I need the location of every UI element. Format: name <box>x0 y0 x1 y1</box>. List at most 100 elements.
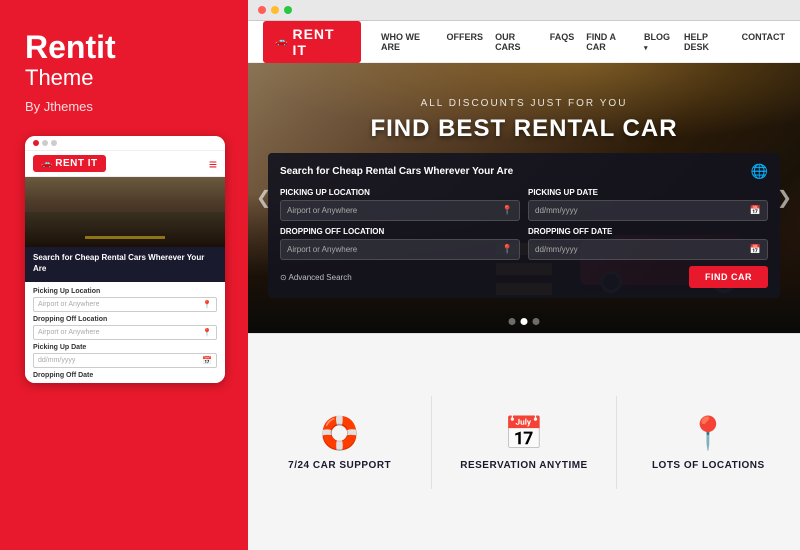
dropoff-location-label: Dropping Off Location <box>280 227 520 236</box>
dropoff-location-input[interactable]: Airport or Anywhere 📍 <box>280 239 520 260</box>
feature-card-locations: 📍 LOTS OF LOCATIONS <box>617 396 800 489</box>
browser-dot-yellow <box>271 6 279 14</box>
mobile-logo-bar: 🚗 RENT IT ≡ <box>25 151 225 177</box>
dropoff-location-field: Dropping Off Location Airport or Anywher… <box>280 227 520 260</box>
pickup-location-field: Picking Up Location Airport or Anywhere … <box>280 188 520 221</box>
hero-slider-dots <box>509 318 540 325</box>
mobile-hamburger-icon[interactable]: ≡ <box>209 156 217 172</box>
mobile-search-title: Search for Cheap Rental Cars Wherever Yo… <box>33 253 217 274</box>
pickup-calendar-icon: 📅 <box>750 205 761 216</box>
dropoff-date-label: Dropping Off Date <box>528 227 768 236</box>
nav-find-a-car[interactable]: FIND A CAR <box>586 32 632 52</box>
dropoff-date-field: Dropping Off Date dd/mm/yyyy 📅 <box>528 227 768 260</box>
support-label: 7/24 CAR SUPPORT <box>288 460 391 471</box>
nav-links: WHO WE ARE OFFERS OUR CARS FAQS FIND A C… <box>381 32 785 52</box>
support-icon: 🛟 <box>320 414 360 452</box>
brand-subtitle: Theme <box>25 65 223 91</box>
advanced-search-link[interactable]: ⊙ Advanced Search <box>280 273 352 282</box>
pickup-location-placeholder: Airport or Anywhere <box>287 206 502 215</box>
locations-label: LOTS OF LOCATIONS <box>652 460 765 471</box>
mobile-pickup-placeholder: Airport or Anywhere <box>38 301 202 308</box>
feature-card-support: 🛟 7/24 CAR SUPPORT <box>248 396 432 489</box>
search-box-title: Search for Cheap Rental Cars Wherever Yo… <box>280 166 513 177</box>
nav-contact[interactable]: CONTACT <box>742 32 785 52</box>
pickup-location-icon: 📍 <box>502 205 513 216</box>
mobile-road <box>25 212 225 247</box>
mobile-pickup-input[interactable]: Airport or Anywhere 📍 <box>33 297 217 312</box>
browser-dot-green <box>284 6 292 14</box>
nav-our-cars[interactable]: OUR CARS <box>495 32 538 52</box>
mobile-pickup-date-placeholder: dd/mm/yyyy <box>38 357 202 364</box>
nav-blog[interactable]: BLOG <box>644 32 672 52</box>
pickup-location-input[interactable]: Airport or Anywhere 📍 <box>280 200 520 221</box>
hero-text-area: ALL DISCOUNTS JUST FOR YOU FIND BEST REN… <box>248 88 800 143</box>
mobile-dropoff-input[interactable]: Airport or Anywhere 📍 <box>33 325 217 340</box>
desktop-mockup: 🚗 RENT IT WHO WE ARE OFFERS OUR CARS FAQ… <box>248 21 800 550</box>
hero-dot-2[interactable] <box>521 318 528 325</box>
mobile-pickup-label: Picking Up Location <box>33 288 217 295</box>
desktop-logo-text: RENT IT <box>292 26 349 58</box>
locations-icon: 📍 <box>688 414 728 452</box>
mobile-pickup-date-label: Picking Up Date <box>33 344 217 351</box>
reservation-label: RESERVATION ANYTIME <box>460 460 587 471</box>
mobile-road-lines <box>85 236 165 239</box>
right-panel: 🚗 RENT IT WHO WE ARE OFFERS OUR CARS FAQ… <box>248 0 800 550</box>
globe-icon: 🌐 <box>751 163 768 180</box>
mobile-logo-text: RENT IT <box>55 158 97 169</box>
hero-title: FIND BEST RENTAL CAR <box>248 115 800 143</box>
dropoff-location-icon: 📍 <box>502 244 513 255</box>
pickup-date-input[interactable]: dd/mm/yyyy 📅 <box>528 200 768 221</box>
dropoff-date-input[interactable]: dd/mm/yyyy 📅 <box>528 239 768 260</box>
search-form-row-1: Picking Up Location Airport or Anywhere … <box>280 188 768 221</box>
search-box-header: Search for Cheap Rental Cars Wherever Yo… <box>280 163 768 180</box>
desktop-car-icon: 🚗 <box>275 36 287 47</box>
mobile-calendar-icon: 📅 <box>202 356 212 365</box>
hero-subtitle: ALL DISCOUNTS JUST FOR YOU <box>248 98 800 109</box>
nav-help-desk[interactable]: HELP DESK <box>684 32 730 52</box>
browser-dot-red <box>258 6 266 14</box>
search-bottom-row: ⊙ Advanced Search FIND CAR <box>280 266 768 288</box>
nav-offers[interactable]: OFFERS <box>447 32 484 52</box>
mobile-dropoff-date-label: Dropping Off Date <box>33 372 217 379</box>
hero-dot-1[interactable] <box>509 318 516 325</box>
nav-who-we-are[interactable]: WHO WE ARE <box>381 32 435 52</box>
pickup-date-placeholder: dd/mm/yyyy <box>535 206 750 215</box>
mobile-car-icon: 🚗 <box>41 158 52 169</box>
dropoff-location-placeholder: Airport or Anywhere <box>287 245 502 254</box>
reservation-icon: 📅 <box>504 414 544 452</box>
mobile-dot-1 <box>33 140 39 146</box>
mobile-dropoff-label: Dropping Off Location <box>33 316 217 323</box>
desktop-hero: ❮ ❯ ALL DISCOUNTS JUST FOR YOU FIND BEST… <box>248 63 800 333</box>
mobile-dot-3 <box>51 140 57 146</box>
mobile-dot-2 <box>42 140 48 146</box>
mobile-pickup-date-input[interactable]: dd/mm/yyyy 📅 <box>33 353 217 368</box>
mobile-location-icon: 📍 <box>202 300 212 309</box>
brand-title: Rentit <box>25 30 223 65</box>
features-section: 🛟 7/24 CAR SUPPORT 📅 RESERVATION ANYTIME… <box>248 333 800 550</box>
brand-by: By Jthemes <box>25 99 223 114</box>
search-box: Search for Cheap Rental Cars Wherever Yo… <box>268 153 780 298</box>
dropoff-date-placeholder: dd/mm/yyyy <box>535 245 750 254</box>
mobile-dropoff-location-icon: 📍 <box>202 328 212 337</box>
mobile-search-bar: Search for Cheap Rental Cars Wherever Yo… <box>25 247 225 282</box>
search-form-row-2: Dropping Off Location Airport or Anywher… <box>280 227 768 260</box>
pickup-location-label: Picking Up Location <box>280 188 520 197</box>
find-car-button[interactable]: FIND CAR <box>689 266 768 288</box>
desktop-nav: 🚗 RENT IT WHO WE ARE OFFERS OUR CARS FAQ… <box>248 21 800 63</box>
mobile-form: Picking Up Location Airport or Anywhere … <box>25 282 225 383</box>
dropoff-calendar-icon: 📅 <box>750 244 761 255</box>
mobile-dropoff-placeholder: Airport or Anywhere <box>38 329 202 336</box>
left-panel: Rentit Theme By Jthemes 🚗 RENT IT ≡ <box>0 0 248 550</box>
hero-dot-3[interactable] <box>533 318 540 325</box>
hero-next-arrow[interactable]: ❯ <box>777 188 792 209</box>
pickup-date-field: Picking Up Date dd/mm/yyyy 📅 <box>528 188 768 221</box>
hero-prev-arrow[interactable]: ❮ <box>256 188 271 209</box>
mobile-browser-bar <box>25 136 225 151</box>
desktop-logo-box: 🚗 RENT IT <box>263 21 361 63</box>
browser-bar <box>248 0 800 21</box>
nav-faqs[interactable]: FAQS <box>550 32 575 52</box>
mobile-hero-image <box>25 177 225 247</box>
pickup-date-label: Picking Up Date <box>528 188 768 197</box>
mobile-logo-box: 🚗 RENT IT <box>33 155 106 172</box>
mobile-dots <box>33 140 57 146</box>
